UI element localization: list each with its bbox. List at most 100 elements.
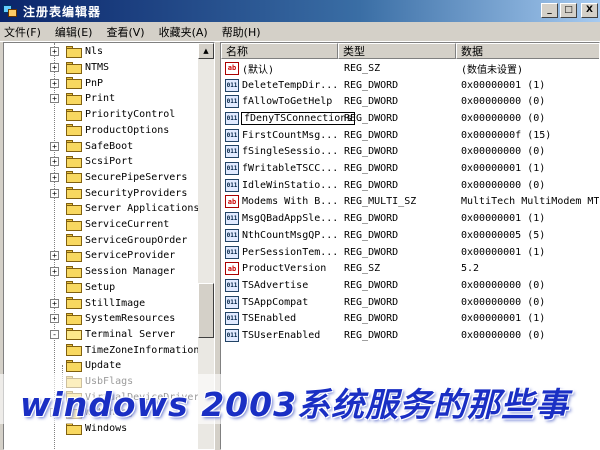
tree-item[interactable]: + Nls (4, 44, 200, 60)
column-header-name[interactable]: 名称 (221, 43, 338, 59)
collapse-toggle[interactable]: - (50, 329, 59, 339)
tree-item[interactable]: ServiceCurrent (4, 217, 200, 233)
value-row[interactable]: 011 fWritableTSCC... REG_DWORD 0x00000001 (… (221, 160, 599, 177)
menu-view[interactable]: 查看(V) (106, 24, 144, 40)
value-data: 0x00000001 (1) (461, 163, 546, 175)
expand-toggle[interactable]: + (50, 188, 59, 198)
expand-toggle[interactable]: + (50, 298, 59, 308)
dword-value-icon: 011 (225, 212, 239, 226)
tree-item-label: TimeZoneInformation (85, 344, 200, 356)
tree-item[interactable]: Server Applications (4, 201, 200, 217)
value-row[interactable]: ab (默认) REG_SZ (数值未设置) (221, 60, 599, 77)
tree-item[interactable]: + Session Manager (4, 264, 200, 280)
tree-scroll-thumb[interactable] (198, 283, 214, 338)
value-name: IdleWinStatio... (242, 179, 339, 191)
tree-item-label: Server Applications (85, 203, 200, 215)
value-data: 0x00000001 (1) (461, 213, 546, 225)
value-row[interactable]: 011 TSAdvertise REG_DWORD 0x00000000 (0) (221, 277, 599, 294)
tree-item[interactable]: + SystemResources (4, 311, 200, 327)
tree-item[interactable]: + NTMS (4, 60, 200, 76)
dword-value-icon: 011 (225, 228, 239, 242)
tree-item[interactable]: + StillImage (4, 295, 200, 311)
value-row[interactable]: 011 IdleWinStatio... REG_DWORD 0x00000000 (… (221, 177, 599, 194)
tree-item[interactable]: TimeZoneInformation (4, 342, 200, 358)
expand-toggle[interactable]: + (50, 78, 59, 88)
expand-toggle[interactable]: + (50, 267, 59, 277)
tree-item[interactable]: ProductOptions (4, 123, 200, 139)
expand-toggle[interactable]: + (50, 172, 59, 182)
tree-item[interactable]: + ServiceProvider (4, 248, 200, 264)
dword-value-icon: 011 (225, 128, 239, 142)
expand-toggle[interactable]: + (50, 251, 59, 261)
value-data: 0x00000001 (1) (461, 79, 546, 91)
tree-item[interactable]: + SecurePipeServers (4, 170, 200, 186)
value-row[interactable]: 011 fSingleSessio... REG_DWORD 0x00000000 (… (221, 144, 599, 161)
value-row[interactable]: 011 NthCountMsgQP... REG_DWORD 0x00000005 (… (221, 227, 599, 244)
value-row[interactable]: 011 DeleteTempDir... REG_DWORD 0x00000001 (… (221, 77, 599, 94)
tree-item-label: SecurityProviders (85, 187, 188, 199)
folder-icon (66, 140, 82, 153)
tree-item[interactable]: + PnP (4, 75, 200, 91)
value-data: 0x00000000 (0) (461, 146, 546, 158)
menu-help[interactable]: 帮助(H) (222, 24, 261, 40)
folder-icon (66, 187, 82, 200)
expand-toggle[interactable]: + (50, 157, 59, 167)
tree-item[interactable]: + SecurityProviders (4, 185, 200, 201)
value-type: REG_DWORD (344, 229, 399, 241)
value-type: REG_DWORD (344, 163, 399, 175)
value-row[interactable]: 011 TSEnabled REG_DWORD 0x00000001 (1) (221, 311, 599, 328)
folder-icon (66, 249, 82, 262)
tree-scroll-up-button[interactable]: ▲ (198, 43, 214, 59)
value-type: REG_DWORD (344, 246, 399, 258)
expand-toggle[interactable]: + (50, 47, 59, 57)
dword-value-icon: 011 (225, 111, 239, 125)
value-row[interactable]: ab ProductVersion REG_SZ 5.2 (221, 260, 599, 277)
value-name: DeleteTempDir... (242, 79, 339, 91)
expand-toggle[interactable]: + (50, 314, 59, 324)
string-value-icon: ab (225, 195, 239, 209)
folder-icon (66, 281, 82, 294)
value-type: REG_DWORD (344, 279, 399, 291)
tree-item[interactable]: Setup (4, 280, 200, 296)
value-row[interactable]: 011 PerSessionTem... REG_DWORD 0x00000001 (… (221, 244, 599, 261)
tree-item[interactable]: - Terminal Server (4, 327, 200, 343)
value-row[interactable]: 011 FirstCountMsg... REG_DWORD 0x0000000f (… (221, 127, 599, 144)
value-data: 0x0000000f (15) (461, 129, 552, 141)
expand-toggle[interactable]: + (50, 94, 59, 104)
value-data: MultiTech MultiModem MT (461, 196, 600, 208)
menu-edit[interactable]: 编辑(E) (55, 24, 93, 40)
value-row[interactable]: 011 TSUserEnabled REG_DWORD 0x00000000 (0) (221, 327, 599, 344)
maximize-button[interactable]: □ (560, 3, 577, 18)
dword-value-icon: 011 (225, 295, 239, 309)
tree-item[interactable]: + Print (4, 91, 200, 107)
column-header-data[interactable]: 数据 (456, 43, 599, 59)
menu-favorites[interactable]: 收藏夹(A) (159, 24, 208, 40)
tree-item[interactable]: Update (4, 358, 200, 374)
expand-toggle[interactable]: + (50, 141, 59, 151)
value-row[interactable]: 011 TSAppCompat REG_DWORD 0x00000000 (0) (221, 294, 599, 311)
title-bar[interactable]: 注册表编辑器 _ □ X (0, 0, 600, 22)
folder-icon (66, 61, 82, 74)
tree-item[interactable]: + ScsiPort (4, 154, 200, 170)
tree-item[interactable]: + SafeBoot (4, 138, 200, 154)
value-name: PerSessionTem... (242, 246, 339, 258)
value-row[interactable]: 011 MsgQBadAppSle... REG_DWORD 0x00000001 (… (221, 210, 599, 227)
tree-item-label: SystemResources (85, 313, 176, 325)
folder-icon (66, 202, 82, 215)
expand-toggle[interactable]: + (50, 63, 59, 73)
value-row[interactable]: ab Modems With B... REG_MULTI_SZ MultiTech … (221, 194, 600, 211)
value-type: REG_DWORD (344, 330, 399, 342)
value-data: 0x00000001 (1) (461, 313, 546, 325)
tree-item[interactable]: PriorityControl (4, 107, 200, 123)
value-name: TSEnabled (242, 313, 297, 325)
value-row[interactable]: 011 fAllowToGetHelp REG_DWORD 0x00000000 (0… (221, 93, 599, 110)
tree-item[interactable]: ServiceGroupOrder (4, 232, 200, 248)
value-name-edit-box[interactable]: fDenyTSConnections (241, 111, 356, 125)
column-header-type[interactable]: 类型 (338, 43, 456, 59)
value-type: REG_DWORD (344, 296, 399, 308)
menu-file[interactable]: 文件(F) (4, 24, 41, 40)
tree-item-label: Windows (85, 423, 128, 435)
minimize-button[interactable]: _ (541, 3, 558, 18)
value-row[interactable]: 011 fDenyTSConnections REG_DWORD 0x00000000… (221, 110, 599, 127)
close-button[interactable]: X (581, 3, 598, 18)
